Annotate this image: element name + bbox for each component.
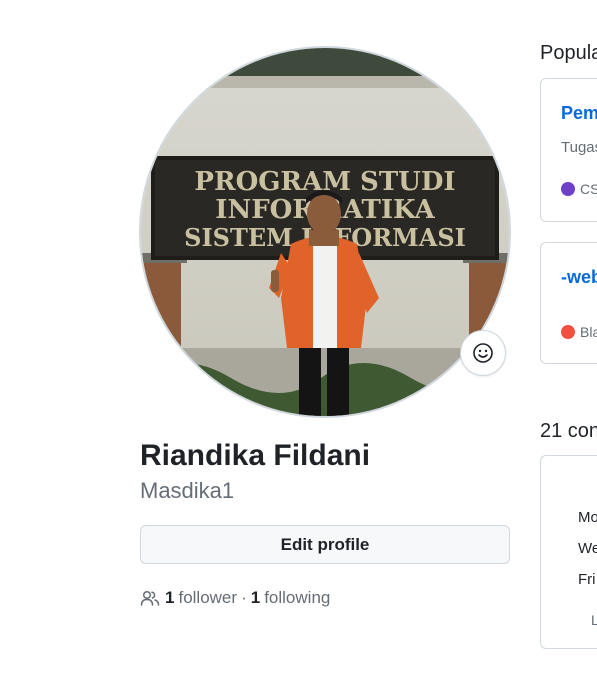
repo-description: Tugas xyxy=(561,139,597,156)
follow-stats: 1 follower · 1 following xyxy=(140,588,330,608)
contribution-graph: Mo We Fri L xyxy=(540,455,597,649)
repo-name-link[interactable]: -web xyxy=(561,267,597,288)
following-count: 1 xyxy=(250,588,261,607)
smiley-icon xyxy=(473,343,493,363)
following-link[interactable]: 1 following xyxy=(251,588,331,608)
avatar-photo: PROGRAM STUDI INFORMATIKA SISTEM INFORMA… xyxy=(141,48,509,416)
edit-profile-button[interactable]: Edit profile xyxy=(140,525,510,564)
repo-card: Pemw Tugas CS xyxy=(540,78,597,222)
profile-full-name: Riandika Fildani xyxy=(140,439,371,472)
language-label: Bla xyxy=(580,324,597,340)
follow-separator: · xyxy=(241,588,247,607)
followers-link[interactable]: 1 follower xyxy=(165,588,237,608)
avatar-container: PROGRAM STUDI INFORMATIKA SISTEM INFORMA… xyxy=(139,46,511,418)
profile-username: Masdika1 xyxy=(140,478,235,503)
people-icon xyxy=(140,590,160,606)
avatar[interactable]: PROGRAM STUDI INFORMATIKA SISTEM INFORMA… xyxy=(139,46,511,418)
followers-label: follower xyxy=(178,588,238,607)
popular-repos-title: Popula xyxy=(540,42,597,64)
day-label-wed: We xyxy=(578,540,597,557)
language-color-dot xyxy=(561,182,575,196)
set-status-button[interactable] xyxy=(460,330,506,376)
followers-count: 1 xyxy=(165,588,175,607)
following-label: following xyxy=(264,588,331,607)
repo-name-link[interactable]: Pemw xyxy=(561,103,597,124)
learn-link[interactable]: L xyxy=(591,612,597,628)
repo-language: Bla xyxy=(561,324,597,340)
day-label-mon: Mo xyxy=(578,509,597,526)
language-label: CS xyxy=(580,181,597,197)
repo-language: CS xyxy=(561,181,597,197)
contributions-title: 21 con xyxy=(540,420,597,442)
repo-card: -web Bla xyxy=(540,242,597,364)
day-label-fri: Fri xyxy=(578,571,596,588)
language-color-dot xyxy=(561,325,575,339)
